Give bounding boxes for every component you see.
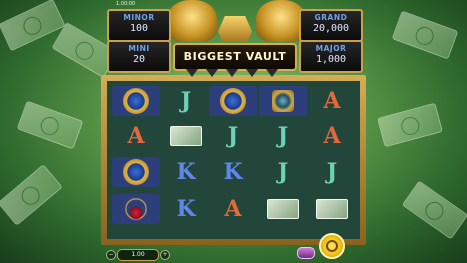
- reel-symbol-j: J: [308, 157, 356, 187]
- reel-symbol-a: A: [112, 121, 160, 151]
- golden-bull-left: [167, 0, 217, 42]
- jackpot-mini: MINI 20: [107, 40, 171, 73]
- jackpot-minor: MINOR 100: [107, 9, 171, 42]
- bg-cash-decoration: [0, 164, 63, 226]
- reel-symbol-cash-icon: [259, 194, 307, 224]
- reel-symbol-letter: A: [323, 88, 341, 114]
- reel-notch: [186, 69, 198, 77]
- reel-symbol-watch-icon: [209, 86, 257, 116]
- reel-notch: [226, 69, 238, 77]
- jackpot-value: 1,000: [315, 54, 347, 65]
- reel-symbol-a: A: [308, 86, 356, 116]
- bet-display: 1.00: [117, 249, 159, 261]
- biggest-vault-sign: BIGGEST VAULT: [173, 43, 297, 71]
- reel-symbol-a: A: [308, 121, 356, 151]
- reel-symbol-letter: K: [176, 159, 196, 185]
- reel-symbol-letter: A: [224, 196, 242, 222]
- cash-icon: [170, 126, 202, 146]
- reel-symbol-letter: J: [326, 159, 338, 185]
- jackpot-label: GRAND: [314, 13, 348, 22]
- bg-cash-decoration: [16, 100, 84, 150]
- watch-icon: [123, 159, 149, 185]
- reel-symbol-j: J: [259, 121, 307, 151]
- reel-symbol-letter: J: [277, 123, 289, 149]
- necklace-icon: [125, 196, 147, 222]
- reel-symbol-letter: J: [227, 123, 239, 149]
- watch-icon: [123, 88, 149, 114]
- reel-symbol-watch-icon: [112, 157, 160, 187]
- reel-symbol-letter: J: [277, 159, 289, 185]
- reel-symbol-k: K: [162, 194, 210, 224]
- top-meta-text: 1.00:00: [116, 1, 136, 7]
- reel-symbol-k: K: [209, 157, 257, 187]
- reel-symbol-a: A: [209, 194, 257, 224]
- bg-cash-decoration: [391, 10, 459, 60]
- jackpot-value: 20,000: [312, 23, 350, 34]
- reel-symbol-letter: K: [176, 196, 196, 222]
- reel-notch: [206, 69, 218, 77]
- reel-symbol-letter: K: [223, 159, 243, 185]
- gold-bars-icon: [218, 16, 252, 42]
- minus-icon[interactable]: −: [106, 250, 116, 260]
- cash-icon: [267, 199, 299, 219]
- jackpot-label: MINOR: [123, 13, 155, 22]
- reel-symbol-ring-icon: [259, 86, 307, 116]
- reel-symbol-letter: A: [127, 123, 145, 149]
- jackpot-grand: GRAND 20,000: [299, 9, 363, 42]
- bg-cash-decoration: [377, 102, 443, 148]
- reel-symbol-letter: A: [323, 123, 341, 149]
- spin-button-icon[interactable]: [319, 233, 345, 259]
- reel-symbol-j: J: [162, 86, 210, 116]
- jackpot-label: MINI: [128, 44, 150, 53]
- reel-symbol-cash-icon: [162, 121, 210, 151]
- jackpot-value: 100: [129, 23, 149, 34]
- reel-symbol-k: K: [162, 157, 210, 187]
- reel-symbol-letter: J: [180, 88, 192, 114]
- reel-symbol-j: J: [209, 121, 257, 151]
- reel-notch: [246, 69, 258, 77]
- bg-cash-decoration: [401, 180, 467, 240]
- reel-symbol-necklace-icon: [112, 194, 160, 224]
- jackpot-label: MAJOR: [315, 44, 347, 53]
- watch-icon: [220, 88, 246, 114]
- ring-icon: [272, 90, 294, 112]
- jackpot-major: MAJOR 1,000: [299, 40, 363, 73]
- plus-icon[interactable]: +: [160, 250, 170, 260]
- cash-icon: [316, 199, 348, 219]
- reel-symbol-j: J: [259, 157, 307, 187]
- jackpot-value: 20: [132, 54, 146, 65]
- reel-notch: [266, 69, 278, 77]
- reel-symbol-watch-icon: [112, 86, 160, 116]
- autoplay-icon[interactable]: [297, 247, 315, 259]
- reel-symbol-cash-icon: [308, 194, 356, 224]
